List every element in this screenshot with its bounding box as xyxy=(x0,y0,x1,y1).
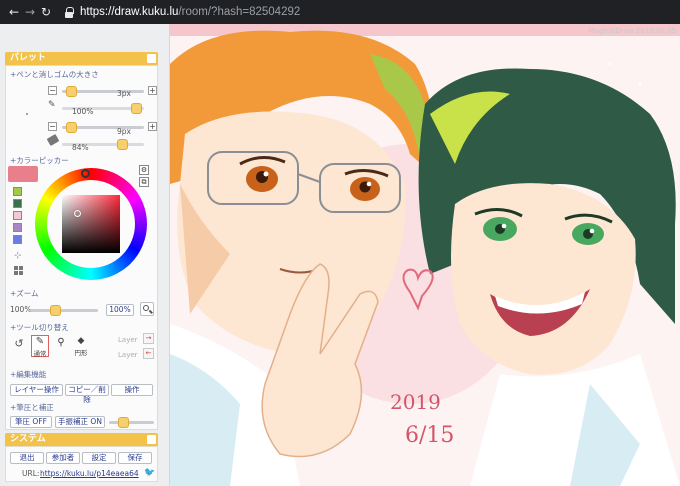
current-color-swatch[interactable] xyxy=(8,166,38,182)
layer-down-button[interactable]: ← xyxy=(143,348,154,359)
correction-on-button[interactable]: 手振補正 ON xyxy=(55,416,105,428)
layer-2-label: Layer xyxy=(118,351,138,359)
eraser-size-knob[interactable] xyxy=(66,122,77,133)
swatch-grid-icon[interactable] xyxy=(14,266,23,275)
zoom-knob[interactable] xyxy=(50,305,61,316)
normal-pen-label: 通常 xyxy=(33,350,47,358)
back-arrow-icon[interactable]: ← xyxy=(6,5,22,19)
eraser-size-value: 9px xyxy=(117,127,131,136)
pen-size-value: 3px xyxy=(117,89,131,98)
lasso-tool-icon[interactable]: ↺ xyxy=(10,337,28,359)
drawing-canvas[interactable]: MagicalDraw 2019.06.05 2019 6/15 xyxy=(170,24,680,486)
palette-collapse-checkbox[interactable] xyxy=(147,54,156,63)
correction-knob[interactable] xyxy=(118,417,129,428)
zoom-section-label: +ズーム xyxy=(10,289,39,298)
color-copy-icon[interactable]: ⧉ xyxy=(139,177,149,187)
layer-operation-button[interactable]: レイヤー操作 xyxy=(10,384,63,396)
pressure-off-button[interactable]: 筆圧 OFF xyxy=(10,416,52,428)
correction-slider[interactable] xyxy=(109,421,154,424)
pen-icon: ✎ xyxy=(48,100,56,110)
zoom-slider[interactable] xyxy=(30,309,98,312)
saturation-handle[interactable] xyxy=(74,210,81,217)
layer-1-label: Layer xyxy=(118,336,138,344)
forward-arrow-icon[interactable]: → xyxy=(22,5,38,19)
canvas-credit: MagicalDraw 2019.06.05 xyxy=(588,27,676,35)
signature-date: 6/15 xyxy=(405,423,454,448)
exit-button[interactable]: 退出 xyxy=(10,452,44,464)
system-collapse-checkbox[interactable] xyxy=(147,435,156,444)
twitter-icon[interactable]: 🐦 xyxy=(144,468,155,478)
pen-size-plus-button[interactable]: + xyxy=(148,86,157,95)
pressure-section-label: +筆圧と補正 xyxy=(10,403,54,412)
room-url-label: URL: xyxy=(22,469,40,478)
system-title: システム xyxy=(10,434,46,444)
magnifier-icon[interactable] xyxy=(140,302,154,316)
eraser-opacity-value: 84% xyxy=(72,143,89,152)
color-settings-icon[interactable]: ⚙ xyxy=(139,165,149,175)
swatch-light-green[interactable] xyxy=(13,187,22,196)
address-bar[interactable]: https://draw.kuku.lu/room/?hash=82504292 xyxy=(80,6,300,18)
add-swatch-icon[interactable]: ⊹ xyxy=(14,251,22,261)
system-header: システム xyxy=(5,433,158,446)
edit-section-label: +編集機能 xyxy=(10,370,47,379)
normal-pen-tool[interactable]: ✎ 通常 xyxy=(31,335,49,358)
signature-year: 2019 xyxy=(390,390,441,414)
pen-opacity-knob[interactable] xyxy=(131,103,142,114)
zoom-percent-label: 100% xyxy=(10,305,32,314)
save-button[interactable]: 保存 xyxy=(118,452,152,464)
eyedropper-tool-icon[interactable]: ⚲ xyxy=(52,337,70,359)
pen-preview-dot xyxy=(26,113,28,115)
members-button[interactable]: 参加者 xyxy=(46,452,80,464)
circle-eraser-tool[interactable]: ◆ 円形 xyxy=(72,335,90,357)
reload-icon[interactable]: ↻ xyxy=(38,5,54,19)
eraser-tool-icon: ◆ xyxy=(77,336,85,346)
eraser-size-minus-button[interactable]: − xyxy=(48,122,57,131)
browser-toolbar: ← → ↻ https://draw.kuku.lu/room/?hash=82… xyxy=(0,0,680,24)
pen-size-knob[interactable] xyxy=(66,86,77,97)
layer-up-button[interactable]: → xyxy=(143,333,154,344)
eraser-opacity-knob[interactable] xyxy=(117,139,128,150)
swatch-dark-green[interactable] xyxy=(13,199,22,208)
tool-section-label: +ツール切り替え xyxy=(10,323,69,332)
operate-button[interactable]: 操作 xyxy=(111,384,153,396)
saturation-square[interactable] xyxy=(62,195,120,253)
swatch-pink[interactable] xyxy=(13,211,22,220)
settings-button[interactable]: 設定 xyxy=(82,452,116,464)
swatch-blue[interactable] xyxy=(13,235,22,244)
lock-icon xyxy=(64,6,74,18)
palette-sidebar: パレット +ペンと消しゴムの大きさ − + 3px ✎ 100% − + 9px… xyxy=(0,24,170,486)
pen-size-minus-button[interactable]: − xyxy=(48,86,57,95)
pen-opacity-value: 100% xyxy=(72,107,94,116)
palette-header: パレット xyxy=(5,52,158,65)
swatch-purple[interactable] xyxy=(13,223,22,232)
copy-delete-button[interactable]: コピー／削除 xyxy=(65,384,109,404)
illustration: 2019 6/15 xyxy=(170,24,680,486)
color-section-label: +カラーピッカー xyxy=(10,156,69,165)
palette-title: パレット xyxy=(10,53,47,63)
url-host: https://draw.kuku.lu xyxy=(80,6,179,18)
pen-tool-icon: ✎ xyxy=(35,336,45,347)
eraser-size-plus-button[interactable]: + xyxy=(148,122,157,131)
room-url-link[interactable]: https://kuku.lu/p14eaea64 xyxy=(40,469,139,478)
hue-ring-handle[interactable] xyxy=(81,169,90,178)
circle-eraser-label: 円形 xyxy=(74,349,88,357)
zoom-value-field[interactable]: 100% xyxy=(106,304,134,316)
pen-size-section-label: +ペンと消しゴムの大きさ xyxy=(10,70,99,79)
url-path: /room/?hash=82504292 xyxy=(178,6,301,18)
